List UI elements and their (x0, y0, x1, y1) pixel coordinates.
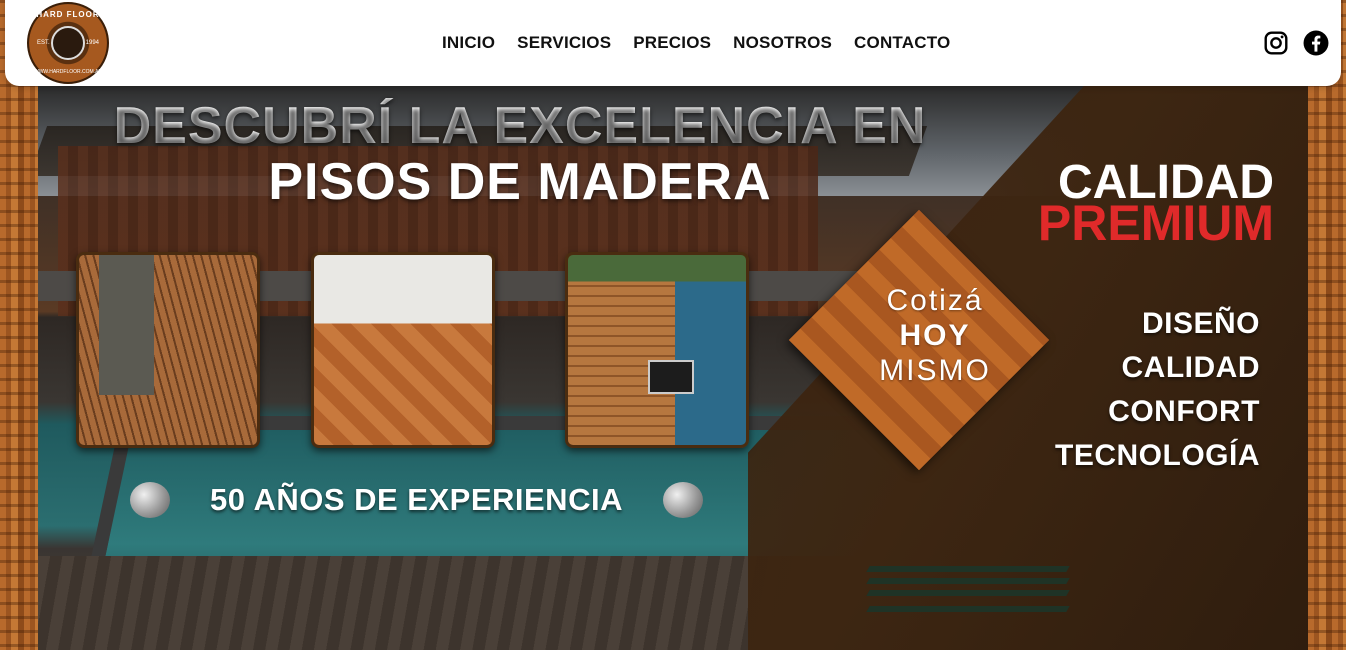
social-links (1263, 30, 1329, 56)
silver-bullet-icon (130, 482, 170, 518)
cta-line-1: Cotizá (886, 284, 984, 317)
nav-item-contacto[interactable]: CONTACTO (854, 33, 950, 53)
wood-frame-right (1308, 0, 1346, 650)
hero-headline: DESCUBRÍ LA EXCELENCIA EN PISOS DE MADER… (80, 98, 960, 210)
feature-item: CALIDAD (1121, 351, 1260, 384)
quote-cta[interactable]: Cotizá HOY MISMO (850, 283, 1020, 388)
logo-ring-text: HARD FLOOR (36, 10, 100, 19)
site-logo[interactable]: HARD FLOOR EST. 1994 WWW.HARDFLOOR.COM.A… (27, 2, 109, 84)
gallery-photo-terrace[interactable] (565, 252, 749, 448)
feature-item: CONFORT (1108, 395, 1260, 428)
nav-item-inicio[interactable]: INICIO (442, 33, 495, 53)
logo-mark-icon (51, 26, 85, 60)
headline-line-2: PISOS DE MADERA (268, 153, 772, 211)
quality-badge: CALIDAD PREMIUM (1037, 159, 1274, 251)
logo-est: EST. (37, 40, 50, 46)
instagram-icon[interactable] (1263, 30, 1289, 56)
headline-line-1: DESCUBRÍ LA EXCELENCIA EN (80, 98, 960, 154)
experience-text: 50 AÑOS DE EXPERIENCIA (210, 482, 623, 517)
wood-frame-left (0, 0, 38, 650)
logo-year: 1994 (85, 40, 99, 46)
hero-bench (866, 556, 1070, 646)
experience-banner: 50 AÑOS DE EXPERIENCIA (130, 482, 703, 518)
cta-line-2: HOY (899, 319, 971, 352)
cta-line-3: MISMO (879, 354, 991, 387)
logo-url: WWW.HARDFLOOR.COM.AR (33, 69, 103, 75)
feature-item: DISEÑO (1141, 307, 1260, 340)
silver-bullet-icon (662, 482, 703, 518)
nav-item-precios[interactable]: PRECIOS (633, 33, 711, 53)
facebook-icon[interactable] (1303, 30, 1329, 56)
feature-item: TECNOLOGÍA (1055, 439, 1260, 472)
features-list: DISEÑO CALIDAD CONFORT TECNOLOGÍA (1055, 302, 1260, 478)
gallery-photo-parquet[interactable] (311, 252, 495, 448)
nav-item-nosotros[interactable]: NOSOTROS (733, 33, 832, 53)
main-nav: INICIO SERVICIOS PRECIOS NOSOTROS CONTAC… (442, 33, 950, 53)
site-header: HARD FLOOR EST. 1994 WWW.HARDFLOOR.COM.A… (5, 0, 1341, 86)
gallery-photo-deck[interactable] (76, 252, 260, 448)
premium-text: PREMIUM (1037, 195, 1274, 251)
nav-item-servicios[interactable]: SERVICIOS (517, 33, 611, 53)
